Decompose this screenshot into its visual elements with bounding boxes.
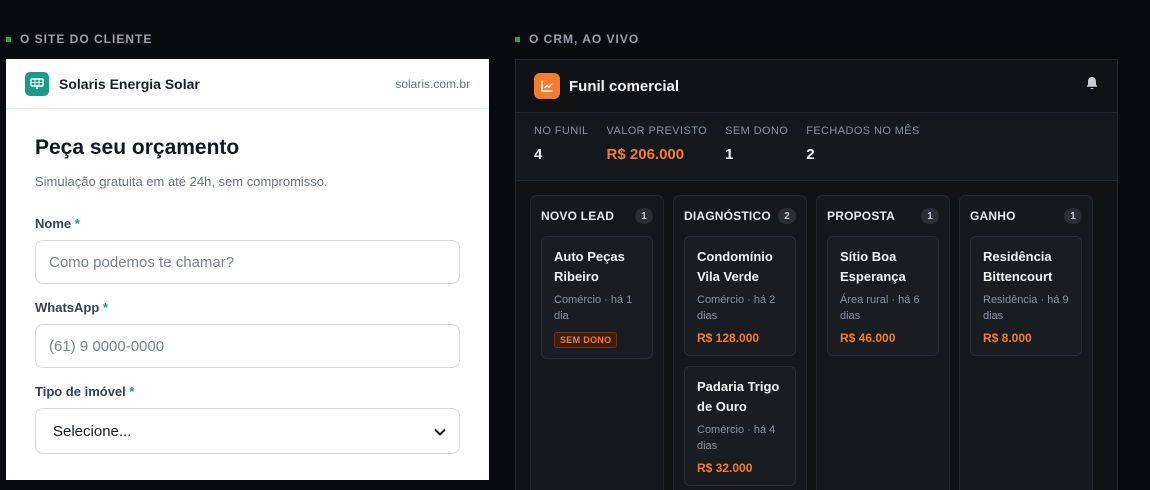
column-count-badge: 2 — [778, 208, 796, 224]
form-title: Peça seu orçamento — [35, 136, 240, 159]
deal-title: Auto Peças Ribeiro — [554, 249, 625, 284]
name-field-group: Nome * — [35, 216, 460, 284]
deal-meta: Comércio · há 4 dias — [697, 424, 776, 452]
deal-card[interactable]: Residência Bittencourt Residência · há 9… — [970, 236, 1082, 356]
column-header: NOVO LEAD 1 — [541, 208, 653, 224]
stat-closed-month: FECHADOS NO MÊS 2 — [806, 125, 920, 180]
client-site-section-label: O SITE DO CLIENTE — [6, 32, 152, 46]
property-type-select[interactable]: Selecione... — [35, 408, 460, 454]
trend-chart-icon — [534, 73, 560, 99]
section-marker — [6, 36, 11, 42]
stats-bar: NO FUNIL 4 VALOR PREVISTO R$ 206.000 SEM… — [516, 113, 1117, 181]
client-site-label: O SITE DO CLIENTE — [20, 32, 153, 46]
column-count-badge: 1 — [921, 208, 939, 224]
brand-name: Solaris Energia Solar — [59, 75, 200, 92]
deal-title: Residência Bittencourt — [983, 249, 1053, 284]
column-ganho: GANHO 1 Residência Bittencourt Residênci… — [959, 195, 1093, 490]
column-header: DIAGNÓSTICO 2 — [684, 208, 796, 224]
stat-value: 2 — [806, 146, 815, 163]
column-header: GANHO 1 — [970, 208, 1082, 224]
deal-card[interactable]: Condomínio Vila Verde Comércio · há 2 di… — [684, 236, 796, 356]
deal-card[interactable]: Padaria Trigo de Ouro Comércio · há 4 di… — [684, 366, 796, 486]
stat-value: 1 — [725, 146, 734, 163]
deal-meta: Comércio · há 1 dia — [554, 294, 633, 322]
deal-title: Padaria Trigo de Ouro — [697, 379, 780, 414]
whatsapp-field-group: WhatsApp * — [35, 300, 460, 368]
name-input[interactable] — [35, 240, 460, 284]
solar-panel-icon — [25, 71, 49, 96]
site-domain: solaris.com.br — [395, 76, 470, 91]
whatsapp-input[interactable] — [35, 324, 460, 368]
stat-value: R$ 206.000 — [606, 146, 685, 163]
column-diagnostico: DIAGNÓSTICO 2 Condomínio Vila Verde Comé… — [673, 195, 807, 490]
form-subtitle: Simulação gratuita em até 24h, sem compr… — [35, 174, 328, 189]
column-name: DIAGNÓSTICO — [684, 209, 771, 223]
kanban-board: NOVO LEAD 1 Auto Peças Ribeiro Comércio … — [516, 181, 1117, 490]
stat-label: SEM DONO — [725, 125, 789, 137]
deal-card[interactable]: Auto Peças Ribeiro Comércio · há 1 dia S… — [541, 236, 653, 359]
property-type-field-group: Tipo de imóvel * Selecione... — [35, 384, 460, 454]
column-proposta: PROPOSTA 1 Sítio Boa Esperança Área rura… — [816, 195, 950, 490]
column-count-badge: 1 — [635, 208, 653, 224]
column-novo-lead: NOVO LEAD 1 Auto Peças Ribeiro Comércio … — [530, 195, 664, 490]
crm-header: Funil comercial — [516, 60, 1117, 113]
deal-value: R$ 128.000 — [697, 331, 760, 345]
stat-forecast-value: VALOR PREVISTO R$ 206.000 — [607, 125, 708, 180]
deal-meta: Residência · há 9 dias — [983, 294, 1069, 322]
property-type-selected: Selecione... — [53, 422, 132, 440]
quote-form: Peça seu orçamento Simulação gratuita em… — [6, 109, 489, 454]
column-header: PROPOSTA 1 — [827, 208, 939, 224]
name-field-label: Nome * — [35, 216, 80, 231]
section-marker — [515, 36, 520, 42]
column-name: PROPOSTA — [827, 209, 896, 223]
site-header: Solaris Energia Solar solaris.com.br — [6, 59, 489, 109]
deal-value: R$ 32.000 — [697, 461, 753, 475]
crm-label: O CRM, AO VIVO — [529, 32, 640, 46]
deal-meta: Área rural · há 6 dias — [840, 294, 920, 322]
bell-icon[interactable] — [1085, 76, 1099, 96]
stat-value: 4 — [534, 146, 543, 163]
stat-label: NO FUNIL — [534, 125, 589, 137]
crm-title: Funil comercial — [569, 77, 680, 95]
stat-label: VALOR PREVISTO — [606, 125, 708, 137]
deal-meta: Comércio · há 2 dias — [697, 294, 776, 322]
deal-card[interactable]: Sítio Boa Esperança Área rural · há 6 di… — [827, 236, 939, 356]
whatsapp-field-label: WhatsApp * — [35, 300, 108, 315]
property-type-field-label: Tipo de imóvel * — [35, 384, 135, 399]
column-name: GANHO — [970, 209, 1016, 223]
stat-in-funnel: NO FUNIL 4 — [534, 125, 589, 180]
chevron-down-icon — [434, 423, 446, 440]
crm-panel: Funil comercial NO FUNIL 4 VALOR PREVIST… — [515, 59, 1118, 490]
unassigned-badge: SEM DONO — [554, 332, 618, 348]
client-website: Solaris Energia Solar solaris.com.br Peç… — [6, 59, 489, 480]
column-name: NOVO LEAD — [541, 209, 615, 223]
deal-value: R$ 46.000 — [840, 331, 896, 345]
column-count-badge: 1 — [1064, 208, 1082, 224]
deal-title: Condomínio Vila Verde — [697, 249, 773, 284]
stat-unassigned: SEM DONO 1 — [725, 125, 788, 180]
crm-section-label: O CRM, AO VIVO — [515, 32, 639, 46]
stat-label: FECHADOS NO MÊS — [806, 125, 920, 137]
deal-value: R$ 8.000 — [983, 331, 1032, 345]
deal-title: Sítio Boa Esperança — [840, 249, 906, 284]
